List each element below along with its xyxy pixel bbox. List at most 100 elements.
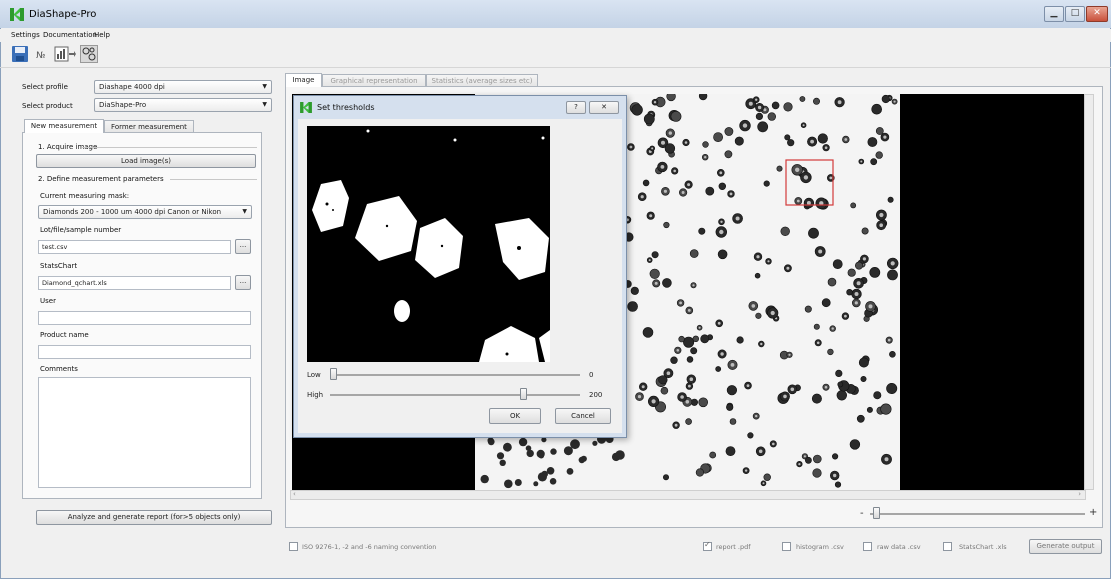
particle-highlight [654, 281, 658, 285]
cancel-button[interactable]: Cancel [555, 408, 611, 424]
high-slider-track[interactable] [330, 394, 580, 396]
particle [630, 286, 639, 295]
analyze-button[interactable]: Analyze and generate report (for>5 objec… [36, 510, 272, 525]
maximize-button[interactable]: □ [1065, 6, 1085, 22]
particle-highlight [641, 385, 645, 389]
profile-select[interactable]: Diashape 4000 dpi ▼ [94, 80, 272, 94]
raw-data-checkbox[interactable] [863, 542, 872, 551]
particle [726, 403, 734, 411]
high-slider-thumb[interactable] [519, 388, 527, 400]
scroll-right-icon[interactable]: › [1078, 490, 1081, 498]
scroll-left-icon[interactable]: ‹ [293, 490, 296, 498]
particle [776, 165, 783, 172]
mask-select[interactable]: Diamonds 200 - 1000 um 4000 dpi Canon or… [38, 205, 252, 219]
menu-settings[interactable]: Settings [11, 31, 40, 39]
raw-data-label: raw data .csv [877, 543, 921, 551]
chart-export-icon[interactable] [54, 45, 76, 63]
particle-highlight [757, 105, 762, 110]
report-pdf-label: report .pdf [716, 543, 751, 551]
particle-highlight [879, 223, 883, 227]
zoom-thumb[interactable] [873, 507, 880, 519]
particle-highlight [649, 214, 653, 218]
objects-icon[interactable] [80, 45, 98, 63]
particle-highlight [681, 191, 685, 194]
close-button[interactable]: ✕ [1086, 6, 1108, 22]
particle-highlight [856, 281, 861, 286]
particle-highlight [788, 353, 791, 356]
particle-highlight [744, 469, 748, 472]
lot-input[interactable]: test.csv [38, 240, 231, 254]
particle [787, 139, 795, 147]
iso-checkbox[interactable] [289, 542, 298, 551]
particle-highlight [824, 146, 828, 149]
statschart-checkbox[interactable] [943, 542, 952, 551]
minimize-button[interactable]: ▁ [1044, 6, 1064, 22]
particle [849, 439, 861, 450]
statschart-label: StatsChart [40, 262, 78, 270]
particle-highlight [854, 292, 859, 296]
particle-highlight [685, 400, 690, 404]
particle-highlight [680, 395, 684, 399]
zoom-track[interactable] [870, 513, 1085, 515]
high-value: 200 [589, 391, 603, 399]
menu-documentation[interactable]: Documentation [43, 31, 97, 39]
particle [780, 226, 790, 237]
particle [662, 278, 672, 288]
particle [546, 467, 555, 475]
histogram-checkbox[interactable] [782, 542, 791, 551]
dialog-close-button[interactable]: ✕ [589, 101, 619, 114]
particle [717, 249, 728, 260]
particle [642, 327, 654, 338]
particle [808, 227, 819, 239]
low-slider-track[interactable] [330, 374, 580, 376]
ok-button[interactable]: OK [489, 408, 541, 424]
report-pdf-checkbox[interactable]: ✓ [703, 540, 712, 551]
load-images-button[interactable]: Load image(s) [36, 154, 256, 168]
particle [811, 393, 822, 404]
particle [835, 369, 843, 378]
particle [847, 268, 856, 277]
particle [686, 356, 694, 363]
tab-new-measurement[interactable]: New measurement [24, 119, 104, 133]
horizontal-scrollbar[interactable]: ‹ › [290, 490, 1086, 500]
lot-browse-button[interactable]: ... [235, 239, 251, 254]
numbering-icon[interactable]: № [34, 45, 52, 63]
vertical-scrollbar[interactable] [1084, 94, 1094, 490]
particle [670, 110, 682, 122]
iso-label: ISO 9276-1, -2 and -6 naming convention [302, 543, 437, 551]
zoom-plus[interactable]: + [1089, 507, 1097, 518]
particle-highlight [640, 195, 644, 199]
particle-highlight [719, 171, 723, 175]
particle-highlight [758, 449, 763, 454]
particle [805, 456, 812, 464]
generate-output-button[interactable]: Generate output [1029, 539, 1102, 554]
particle [537, 472, 547, 482]
menu-help[interactable]: Help [94, 31, 110, 39]
tab-image[interactable]: Image [285, 73, 322, 87]
mask-label: Current measuring mask: [40, 192, 130, 200]
statschart-input[interactable]: Diamond_qchart.xls [38, 276, 231, 290]
dialog-help-button[interactable]: ? [566, 101, 586, 114]
particle [757, 121, 769, 133]
particle-highlight [762, 482, 765, 485]
particle [705, 186, 715, 196]
particle [886, 382, 898, 394]
particle [736, 336, 744, 344]
save-icon[interactable] [11, 45, 29, 63]
particle [700, 334, 710, 344]
product-name-input[interactable] [38, 345, 251, 359]
particle-highlight [831, 327, 834, 330]
particle [709, 451, 717, 459]
particle [881, 94, 890, 104]
particle-highlight [717, 321, 721, 325]
user-input[interactable] [38, 311, 251, 325]
comments-textarea[interactable] [38, 377, 251, 488]
product-select[interactable]: DiaShape-Pro ▼ [94, 98, 272, 112]
particle [834, 481, 842, 488]
particle-highlight [770, 310, 775, 316]
particle [846, 289, 853, 296]
particle [666, 94, 676, 102]
statschart-browse-button[interactable]: ... [235, 275, 251, 290]
low-slider-thumb[interactable] [330, 368, 337, 380]
zoom-minus[interactable]: - [860, 508, 864, 519]
